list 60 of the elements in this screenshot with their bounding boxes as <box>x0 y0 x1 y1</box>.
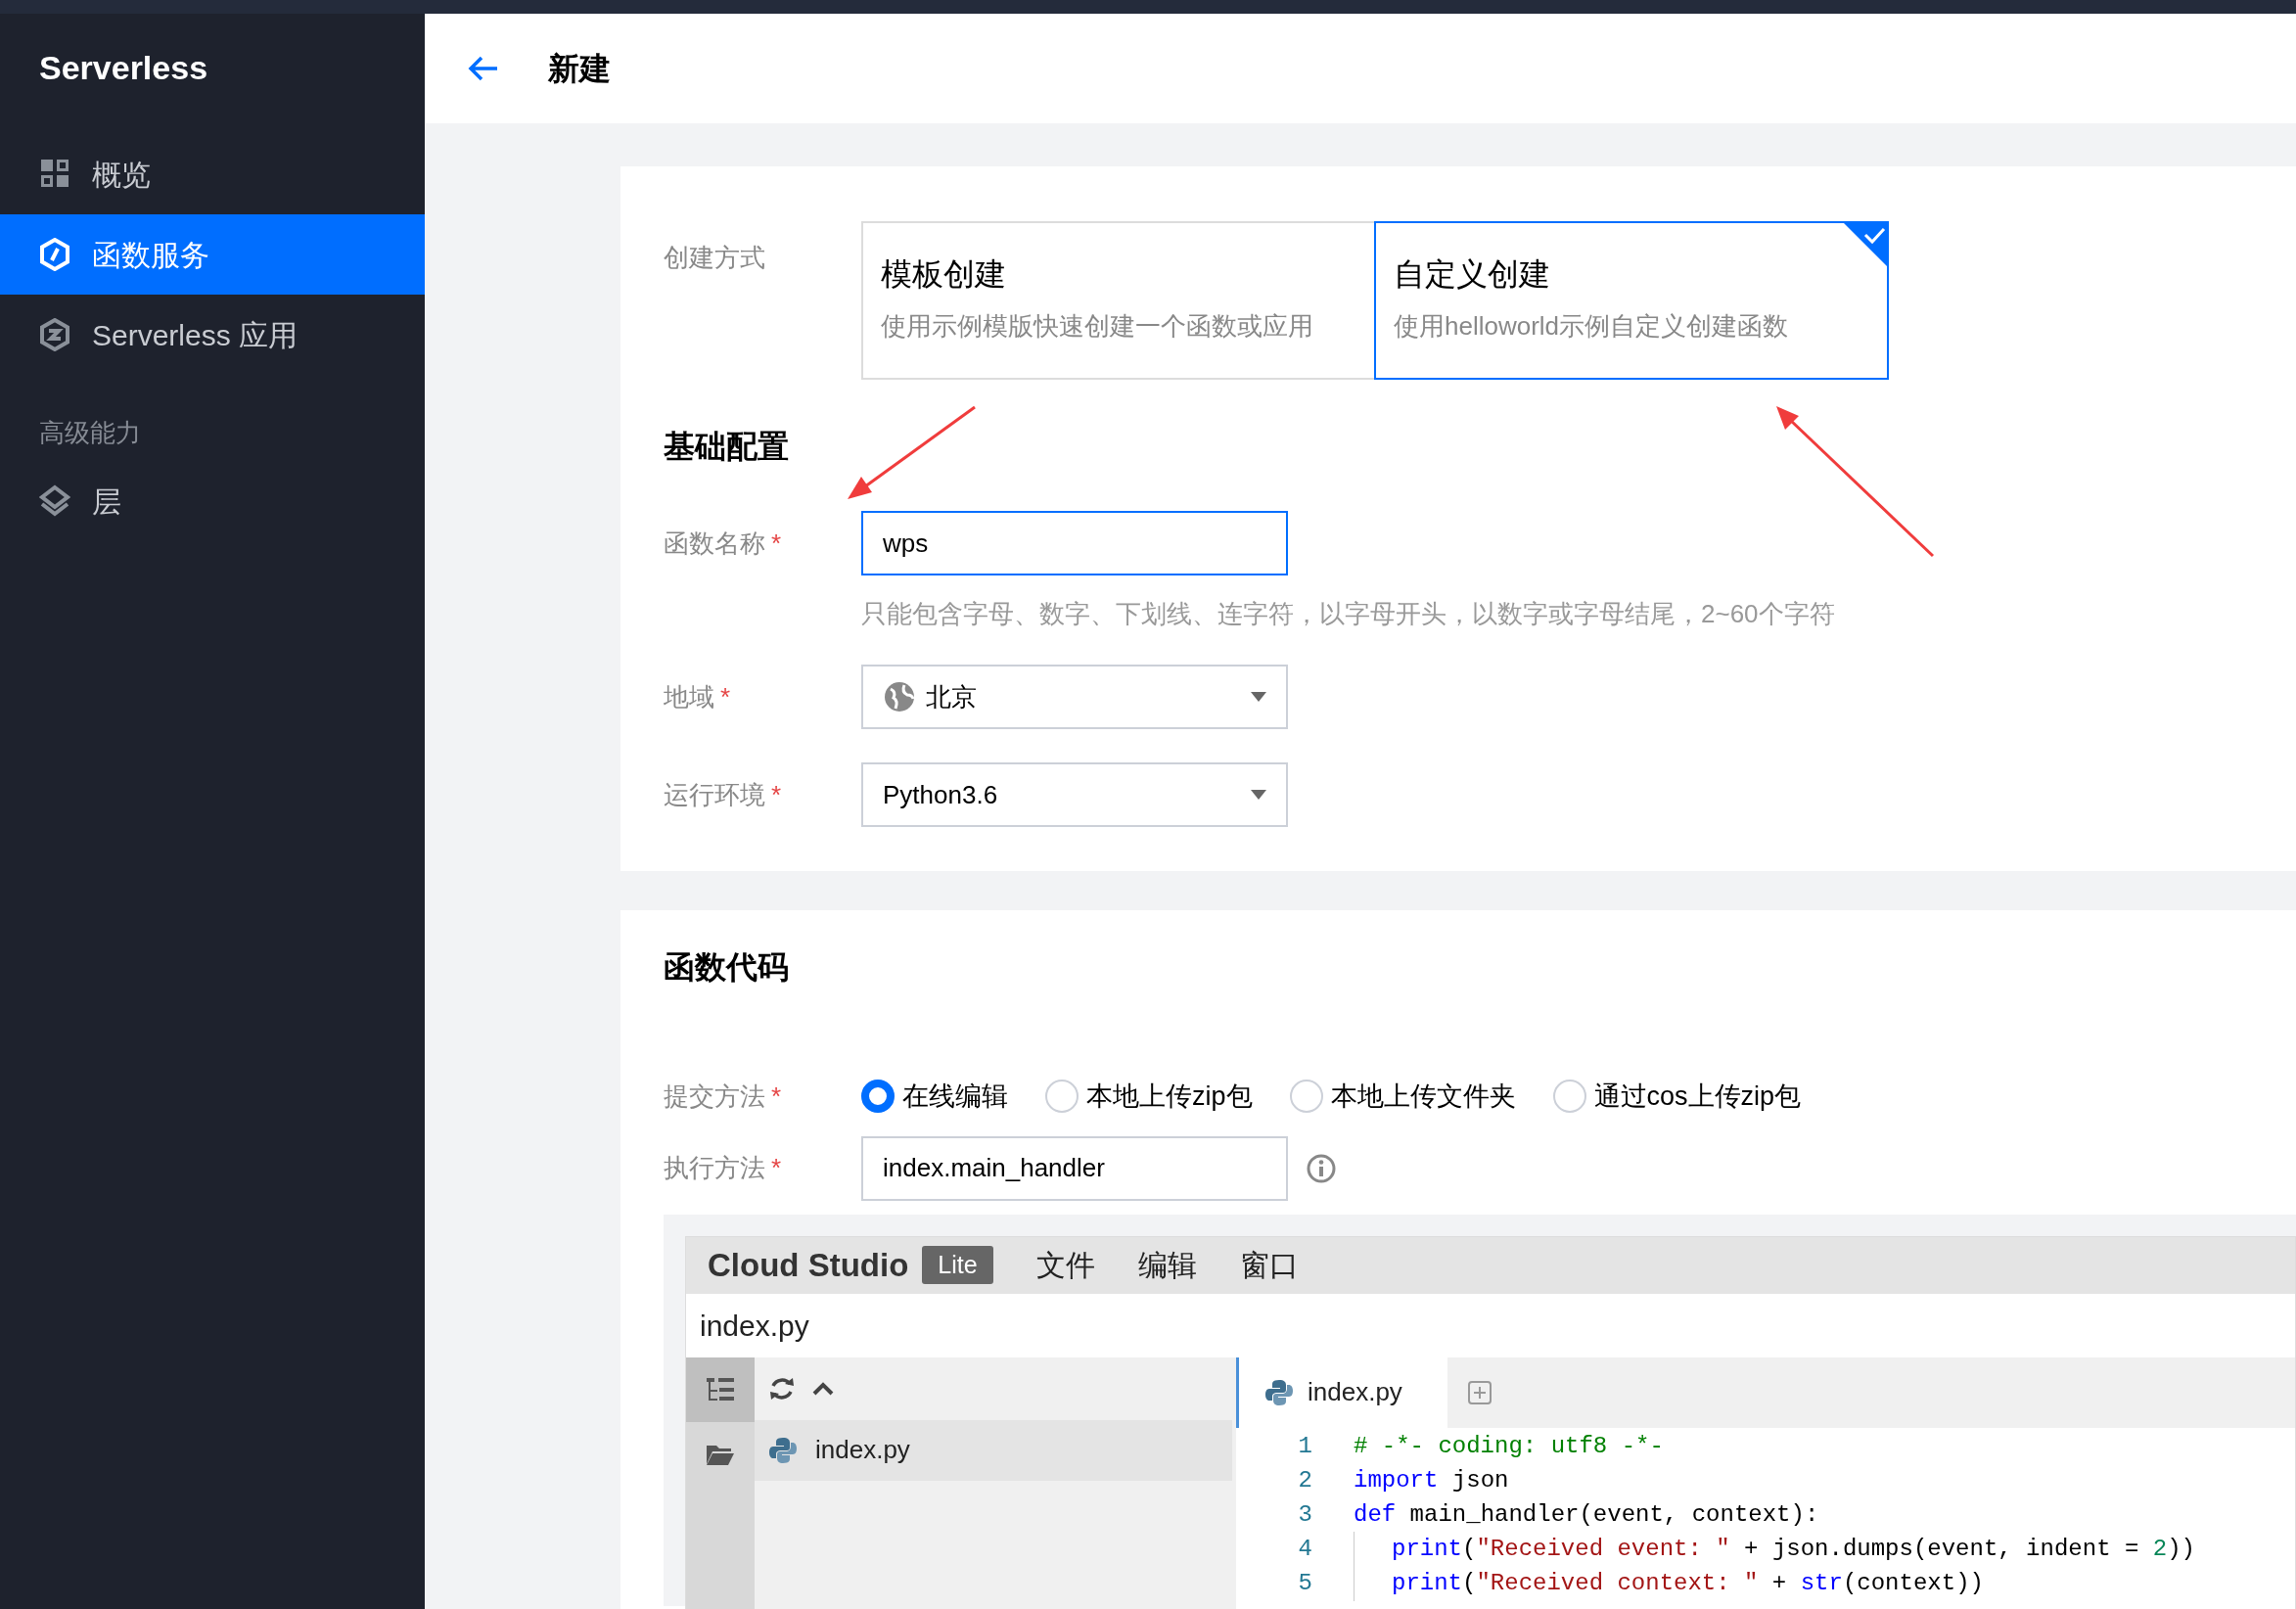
code-line: # -*- coding: utf8 -*- <box>1354 1432 1664 1461</box>
option-title: 自定义创建 <box>1394 255 1551 294</box>
caret-icon <box>1251 692 1266 702</box>
info-icon <box>1306 1152 1337 1184</box>
lite-badge: Lite <box>922 1245 993 1285</box>
field-label: 创建方式 <box>664 242 766 274</box>
field-label: 提交方法 * <box>664 1080 783 1113</box>
layers-icon <box>39 484 70 518</box>
page-title: 新建 <box>548 50 611 88</box>
option-card[interactable]: 自定义创建 使用helloworld示例自定义创建函数 <box>1374 221 1889 380</box>
code-line: import json <box>1354 1466 1509 1495</box>
sidebar-item[interactable]: 层 <box>0 461 425 541</box>
field-label: 执行方法 * <box>664 1152 783 1184</box>
editor-tab[interactable]: index.py <box>1236 1356 1447 1428</box>
field-label: 地域 * <box>664 680 732 713</box>
file-tree-item[interactable]: index.py <box>755 1419 1232 1481</box>
radio-option[interactable]: 本地上传zip包 <box>1045 1077 1253 1117</box>
menu-item[interactable]: 编辑 <box>1137 1243 1197 1287</box>
select-dropdown[interactable]: 北京 <box>861 665 1288 729</box>
menu-item[interactable]: 文件 <box>1035 1243 1095 1287</box>
option-description: 使用helloworld示例自定义创建函数 <box>1394 310 1790 343</box>
option-title: 模板创建 <box>881 255 1007 294</box>
select-dropdown[interactable]: Python3.6 <box>861 762 1288 827</box>
radio-option[interactable]: 通过cos上传zip包 <box>1552 1077 1802 1117</box>
field-label: 运行环境 * <box>664 778 783 811</box>
option-description: 使用示例模版快速创建一个函数或应用 <box>881 310 1314 343</box>
line-number: 4 <box>1297 1535 1312 1564</box>
back-button[interactable] <box>468 55 499 82</box>
sidebar-item[interactable]: 函数服务 <box>0 214 425 295</box>
section-title: 函数代码 <box>664 948 790 987</box>
text-input[interactable]: index.main_handler <box>861 1135 1288 1201</box>
sidebar-item[interactable]: Serverless 应用 <box>0 295 425 375</box>
line-number: 5 <box>1297 1569 1312 1598</box>
radio-option[interactable]: 本地上传文件夹 <box>1289 1077 1516 1117</box>
selected-check-icon <box>1844 223 1887 266</box>
line-number: 2 <box>1297 1466 1312 1495</box>
editor-brand: Cloud Studio <box>708 1245 909 1285</box>
sidebar-group-heading: 高级能力 <box>38 416 142 449</box>
line-number: 3 <box>1297 1500 1312 1530</box>
hexagon-link-icon <box>39 318 70 351</box>
python-icon <box>1264 1377 1294 1407</box>
caret-icon <box>1251 790 1266 800</box>
sidebar-item[interactable]: 概览 <box>0 134 425 214</box>
explorer-toggle[interactable] <box>686 1356 755 1422</box>
radio-option[interactable]: 在线编辑 <box>861 1077 1008 1117</box>
field-label: 函数名称 * <box>664 527 783 560</box>
section-title: 基础配置 <box>664 428 790 466</box>
python-icon <box>768 1435 798 1465</box>
hint-text: 只能包含字母、数字、下划线、连字符，以字母开头，以数字或字母结尾，2~60个字符 <box>861 598 1836 630</box>
tree-list-icon <box>706 1376 735 1402</box>
code-line: def main_handler(event, context): <box>1354 1500 1819 1530</box>
option-card[interactable]: 模板创建 使用示例模版快速创建一个函数或应用 <box>861 221 1376 380</box>
sidebar-title: Serverless <box>39 48 208 88</box>
menu-item[interactable]: 窗口 <box>1239 1243 1299 1287</box>
editor-file-title: index.py <box>699 1308 810 1344</box>
hexagon-icon <box>39 238 70 271</box>
code-line: print("Received event: " + json.dumps(event, indent = 2)) <box>1354 1532 2195 1567</box>
code-line: print("Received context: " + str(context)) <box>1354 1566 1984 1601</box>
line-number: 1 <box>1297 1432 1312 1461</box>
text-input[interactable]: wps <box>861 511 1288 575</box>
